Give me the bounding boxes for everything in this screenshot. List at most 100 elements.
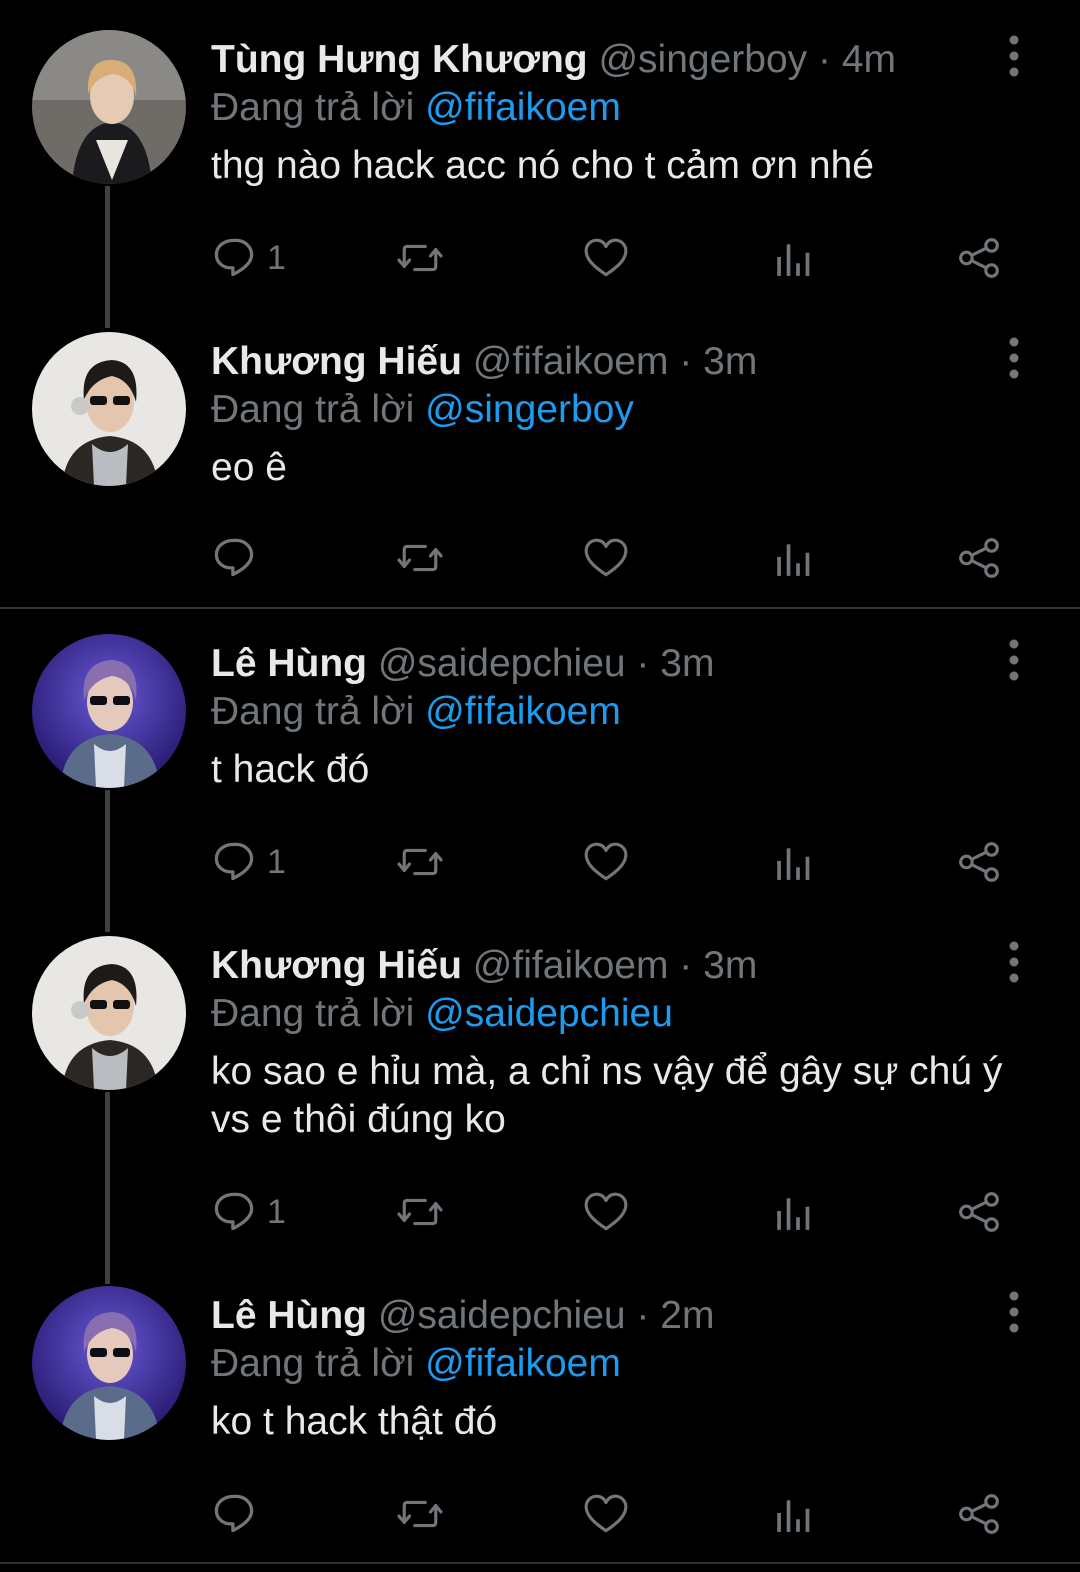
reply-button[interactable] (211, 1484, 267, 1544)
share-icon (959, 1494, 999, 1534)
tweet[interactable]: Lê Hùng @saidepchieu · 3m Đang trả lời @… (0, 634, 1080, 914)
views-button[interactable] (773, 228, 813, 288)
retweet-button[interactable] (395, 528, 445, 588)
more-icon[interactable] (1000, 940, 1028, 984)
replying-to: Đang trả lời @saidepchieu (211, 984, 673, 1044)
timestamp[interactable]: 3m (703, 944, 757, 987)
display-name[interactable]: Khương Hiếu (211, 340, 462, 383)
share-icon (959, 538, 999, 578)
tweet-text: thg nào hack acc nó cho t cảm ơn nhé (211, 144, 874, 187)
retweet-icon (397, 1198, 443, 1226)
tweet[interactable]: Khương Hiếu @fifaikoem · 3m Đang trả lời… (0, 332, 1080, 592)
mention-link[interactable]: @fifaikoem (425, 1342, 621, 1385)
reply-count: 1 (267, 1192, 286, 1231)
user-handle[interactable]: @fifaikoem (473, 340, 669, 383)
action-bar (211, 1484, 1041, 1544)
avatar[interactable] (32, 634, 186, 788)
share-button[interactable] (957, 1484, 1001, 1544)
reply-icon (214, 538, 254, 577)
avatar[interactable] (32, 332, 186, 486)
share-icon (959, 842, 999, 882)
tweet[interactable]: Khương Hiếu @fifaikoem · 3m Đang trả lời… (0, 936, 1080, 1266)
display-name[interactable]: Tùng Hưng Khương (211, 38, 588, 81)
reply-icon (214, 1192, 254, 1231)
like-button[interactable] (583, 528, 629, 588)
separator-dot: · (818, 38, 832, 81)
like-icon (584, 842, 628, 881)
reply-count: 1 (267, 238, 286, 277)
separator-dot: · (636, 1294, 650, 1337)
share-button[interactable] (957, 832, 1001, 892)
like-button[interactable] (583, 1484, 629, 1544)
reply-count: 1 (267, 842, 286, 881)
timestamp[interactable]: 3m (703, 340, 757, 383)
replying-to-label: Đang trả lời (211, 992, 415, 1035)
replying-to: Đang trả lời @fifaikoem (211, 1334, 621, 1394)
share-button[interactable] (957, 528, 1001, 588)
reply-button[interactable]: 1 (211, 832, 286, 892)
action-bar: 1 (211, 228, 1041, 288)
mention-link[interactable]: @fifaikoem (425, 86, 621, 129)
share-icon (959, 1192, 999, 1232)
more-icon[interactable] (1000, 336, 1028, 380)
avatar[interactable] (32, 30, 186, 184)
action-bar: 1 (211, 832, 1041, 892)
reply-icon (214, 1494, 254, 1533)
like-icon (584, 1494, 628, 1533)
like-icon (584, 1192, 628, 1231)
tweet[interactable]: Lê Hùng @saidepchieu · 2m Đang trả lời @… (0, 1286, 1080, 1556)
like-icon (584, 538, 628, 577)
reply-button[interactable]: 1 (211, 1182, 286, 1242)
tweet-text: t hack đó (211, 748, 370, 791)
replying-to-label: Đang trả lời (211, 388, 415, 431)
like-icon (584, 238, 628, 277)
views-icon (777, 1500, 810, 1532)
replying-to: Đang trả lời @fifaikoem (211, 682, 621, 742)
tweet-text: ko sao e hỉu mà, a chỉ ns vậy để gây sự … (211, 1050, 1003, 1141)
mention-link[interactable]: @fifaikoem (425, 690, 621, 733)
views-button[interactable] (773, 1484, 813, 1544)
retweet-icon (397, 848, 443, 876)
like-button[interactable] (583, 832, 629, 892)
more-icon[interactable] (1000, 1290, 1028, 1334)
tweet[interactable]: Tùng Hưng Khương @singerboy · 4m Đang tr… (0, 30, 1080, 310)
display-name[interactable]: Khương Hiếu (211, 944, 462, 987)
share-button[interactable] (957, 1182, 1001, 1242)
tweet-text: ko t hack thật đó (211, 1400, 498, 1443)
user-handle[interactable]: @saidepchieu (378, 642, 626, 685)
views-button[interactable] (773, 528, 813, 588)
views-icon (777, 848, 810, 880)
display-name[interactable]: Lê Hùng (211, 642, 367, 685)
avatar[interactable] (32, 936, 186, 1090)
views-button[interactable] (773, 1182, 813, 1242)
reply-button[interactable] (211, 528, 267, 588)
mention-link[interactable]: @singerboy (425, 388, 634, 431)
user-handle[interactable]: @fifaikoem (473, 944, 669, 987)
timestamp[interactable]: 2m (660, 1294, 714, 1337)
display-name[interactable]: Lê Hùng (211, 1294, 367, 1337)
user-handle[interactable]: @saidepchieu (378, 1294, 626, 1337)
replying-to: Đang trả lời @fifaikoem (211, 78, 621, 138)
retweet-button[interactable] (395, 832, 445, 892)
timestamp[interactable]: 3m (660, 642, 714, 685)
more-icon[interactable] (1000, 638, 1028, 682)
mention-link[interactable]: @saidepchieu (425, 992, 673, 1035)
like-button[interactable] (583, 1182, 629, 1242)
like-button[interactable] (583, 228, 629, 288)
separator-dot: · (679, 340, 693, 383)
retweet-button[interactable] (395, 228, 445, 288)
retweet-button[interactable] (395, 1182, 445, 1242)
replying-to-label: Đang trả lời (211, 690, 415, 733)
reply-button[interactable]: 1 (211, 228, 286, 288)
action-bar: 1 (211, 1182, 1041, 1242)
more-icon[interactable] (1000, 34, 1028, 78)
retweet-icon (397, 544, 443, 572)
separator-dot: · (636, 642, 650, 685)
timestamp[interactable]: 4m (842, 38, 896, 81)
retweet-icon (397, 1500, 443, 1528)
avatar[interactable] (32, 1286, 186, 1440)
user-handle[interactable]: @singerboy (598, 38, 807, 81)
share-button[interactable] (957, 228, 1001, 288)
views-button[interactable] (773, 832, 813, 892)
retweet-button[interactable] (395, 1484, 445, 1544)
